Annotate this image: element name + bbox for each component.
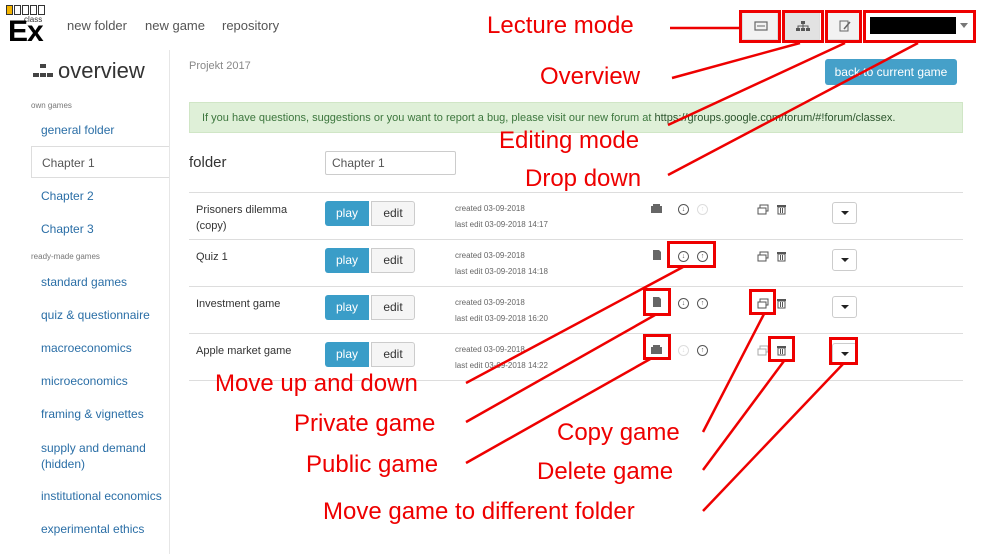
annotation-lines — [465, 26, 919, 512]
annotation-move-folder: Move game to different folder — [323, 498, 635, 525]
annotation-move-up-down: Move up and down — [215, 370, 418, 397]
annotation-drop-down: Drop down — [525, 165, 642, 192]
annotation-delete-game: Delete game — [537, 458, 674, 485]
annotation-editing-mode: Editing mode — [499, 127, 640, 154]
annotation-copy-game: Copy game — [557, 419, 680, 446]
annotation-private-game: Private game — [294, 410, 436, 437]
annotation-lecture-mode: Lecture mode — [487, 12, 634, 39]
annotation-overview: Overview — [540, 63, 641, 90]
annotation-public-game: Public game — [306, 451, 439, 478]
